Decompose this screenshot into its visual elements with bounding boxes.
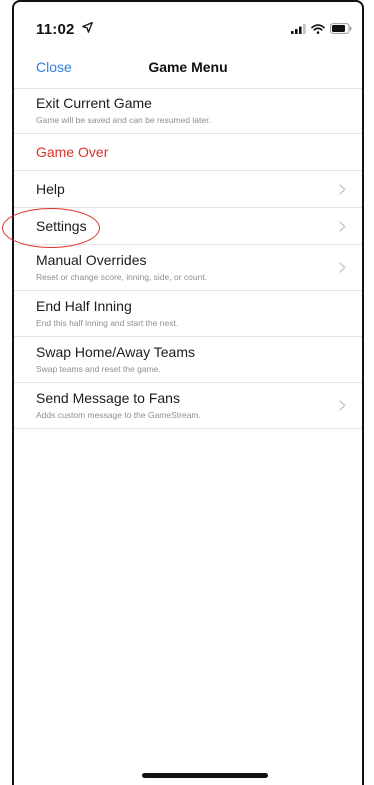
- menu-item-subtitle: Adds custom message to the GameStream.: [36, 410, 201, 420]
- menu-item-title: End Half Inning: [36, 298, 132, 314]
- menu-item-help[interactable]: Help: [14, 171, 362, 208]
- status-bar: 11:02: [14, 2, 362, 48]
- menu-item-title: Swap Home/Away Teams: [36, 344, 195, 360]
- chevron-right-icon: [339, 221, 346, 232]
- menu-item-game-over[interactable]: Game Over: [14, 134, 362, 171]
- menu-item-title: Help: [36, 181, 65, 197]
- wifi-icon: [311, 23, 325, 34]
- menu-item-subtitle: Game will be saved and can be resumed la…: [36, 115, 211, 125]
- menu-item-title: Send Message to Fans: [36, 390, 180, 406]
- phone-screen: 11:02 Close Game Menu Exit Current Game …: [12, 0, 364, 785]
- status-time: 11:02: [36, 21, 75, 38]
- menu-item-send-message-to-fans[interactable]: Send Message to Fans Adds custom message…: [14, 383, 362, 429]
- battery-icon: [330, 23, 352, 34]
- menu-item-manual-overrides[interactable]: Manual Overrides Reset or change score, …: [14, 245, 362, 291]
- menu-item-end-half-inning[interactable]: End Half Inning End this half inning and…: [14, 291, 362, 337]
- menu-item-subtitle: Reset or change score, inning, side, or …: [36, 272, 208, 282]
- menu-item-settings[interactable]: Settings: [14, 208, 362, 245]
- status-icons: [291, 23, 352, 34]
- game-menu-list: Exit Current Game Game will be saved and…: [14, 88, 362, 429]
- menu-item-title: Manual Overrides: [36, 252, 147, 268]
- page-title: Game Menu: [148, 59, 228, 75]
- menu-item-swap-teams[interactable]: Swap Home/Away Teams Swap teams and rese…: [14, 337, 362, 383]
- chevron-right-icon: [339, 400, 346, 411]
- menu-item-title: Settings: [36, 218, 87, 234]
- menu-item-exit-current-game[interactable]: Exit Current Game Game will be saved and…: [14, 88, 362, 134]
- cellular-signal-icon: [291, 23, 306, 34]
- chevron-right-icon: [339, 184, 346, 195]
- menu-item-title: Game Over: [36, 144, 109, 160]
- home-indicator[interactable]: [142, 773, 268, 778]
- menu-item-subtitle: Swap teams and reset the game.: [36, 364, 161, 374]
- chevron-right-icon: [339, 262, 346, 273]
- location-arrow-icon: [82, 22, 93, 33]
- menu-item-title: Exit Current Game: [36, 95, 152, 111]
- menu-item-subtitle: End this half inning and start the next.: [36, 318, 179, 328]
- navigation-bar: Close Game Menu: [14, 48, 362, 89]
